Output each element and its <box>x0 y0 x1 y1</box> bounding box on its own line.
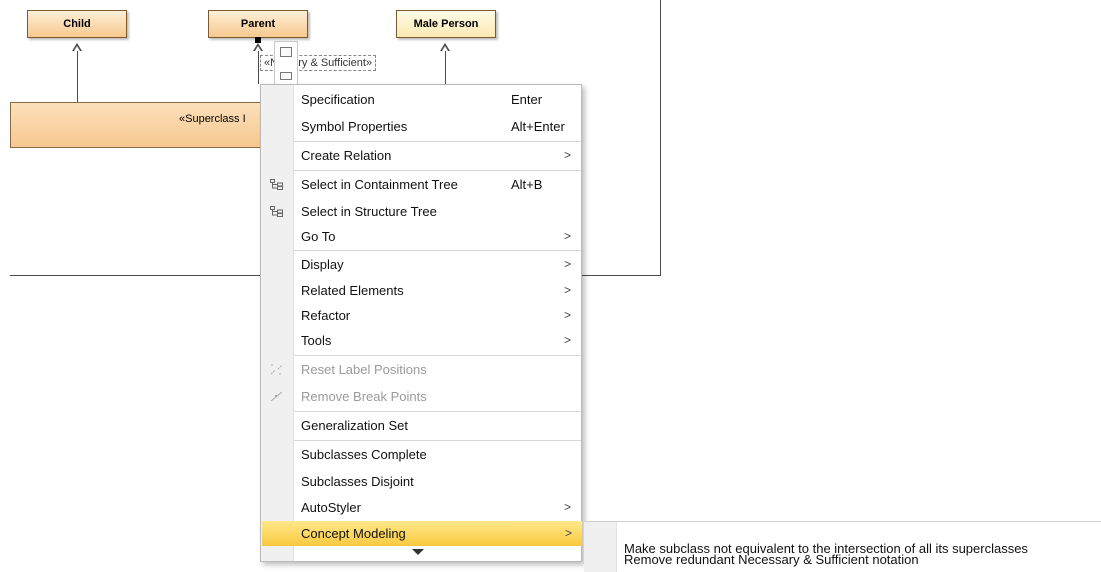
menu-item-display-label: Display <box>301 257 344 272</box>
class-child-label: Child <box>63 18 91 30</box>
submenu-arrow-icon: > <box>563 333 571 347</box>
menu-item-subclasses-complete-label: Subclasses Complete <box>301 447 427 462</box>
selection-handle-top[interactable] <box>255 37 261 43</box>
diagram-frame-bottom-right <box>582 275 661 276</box>
menu-item-select-in-structure-tree[interactable]: Select in Structure Tree <box>261 199 581 224</box>
menu-item-autostyler[interactable]: AutoStyler > <box>261 495 581 520</box>
menu-separator <box>294 170 581 171</box>
menu-item-specification-shortcut: Enter <box>511 92 543 107</box>
submenu-arrow-icon: > <box>564 526 572 540</box>
menu-item-symbol-properties[interactable]: Symbol Properties Alt+Enter <box>261 114 581 139</box>
submenu-icon-gutter <box>584 522 617 572</box>
diagram-canvas[interactable]: Child Parent Male Person «Superclass I «… <box>0 0 1101 572</box>
class-male-person-label: Male Person <box>413 18 479 30</box>
menu-separator <box>294 440 581 441</box>
class-parent-label: Parent <box>240 18 276 30</box>
menu-item-related-elements[interactable]: Related Elements > <box>261 278 581 303</box>
menu-item-specification-label: Specification <box>301 92 375 107</box>
submenu-arrow-icon: > <box>563 308 571 322</box>
class-parent[interactable]: Parent <box>208 10 308 38</box>
menu-item-reset-label-positions-label: Reset Label Positions <box>301 362 427 377</box>
generalization-line-male-person[interactable] <box>445 51 446 84</box>
submenu-arrow-icon: > <box>563 229 571 243</box>
menu-item-create-relation[interactable]: Create Relation > <box>261 143 581 168</box>
menu-separator <box>294 355 581 356</box>
submenu-arrow-icon: > <box>563 148 571 162</box>
diagram-frame-bottom-left <box>10 275 262 276</box>
menu-item-generalization-set[interactable]: Generalization Set <box>261 413 581 438</box>
menu-item-symbol-properties-label: Symbol Properties <box>301 119 408 134</box>
superclass-intersection-box[interactable]: «Superclass I <box>10 102 272 148</box>
menu-item-subclasses-disjoint-label: Subclasses Disjoint <box>301 474 414 489</box>
generalization-line-parent[interactable] <box>258 51 259 84</box>
menu-item-refactor-label: Refactor <box>301 308 351 323</box>
menu-item-related-elements-label: Related Elements <box>301 283 404 298</box>
menu-item-concept-modeling[interactable]: Concept Modeling > <box>262 521 582 546</box>
menu-item-create-relation-label: Create Relation <box>301 148 392 163</box>
menu-item-concept-modeling-label: Concept Modeling <box>301 526 406 541</box>
menu-item-select-in-containment-tree-label: Select in Containment Tree <box>301 177 458 192</box>
menu-item-symbol-properties-shortcut: Alt+Enter <box>511 119 565 134</box>
menu-item-subclasses-complete[interactable]: Subclasses Complete <box>261 442 581 467</box>
superclass-stereotype-label: «Superclass I <box>179 113 246 125</box>
note-icon[interactable] <box>280 47 292 57</box>
smart-manipulator-bar[interactable] <box>274 41 298 85</box>
submenu-arrow-icon: > <box>563 500 571 514</box>
structure-tree-icon <box>270 206 283 217</box>
menu-item-go-to[interactable]: Go To > <box>261 224 581 249</box>
menu-item-specification[interactable]: Specification Enter <box>261 87 581 112</box>
menu-item-remove-break-points: Remove Break Points <box>261 384 581 409</box>
menu-item-generalization-set-label: Generalization Set <box>301 418 408 433</box>
submenu-arrow-icon: > <box>563 283 571 297</box>
menu-item-refactor[interactable]: Refactor > <box>261 303 581 328</box>
menu-item-autostyler-label: AutoStyler <box>301 500 361 515</box>
scroll-down-icon[interactable] <box>412 549 424 555</box>
generalization-line-child[interactable] <box>77 51 78 102</box>
class-child[interactable]: Child <box>27 10 127 38</box>
menu-item-select-in-containment-tree[interactable]: Select in Containment Tree Alt+B <box>261 172 581 197</box>
menu-item-select-in-containment-tree-shortcut: Alt+B <box>511 177 543 192</box>
menu-separator <box>294 411 581 412</box>
reset-label-icon <box>270 364 283 375</box>
submenu-arrow-icon: > <box>563 257 571 271</box>
class-male-person[interactable]: Male Person <box>396 10 496 38</box>
containment-icon[interactable] <box>280 72 292 80</box>
menu-item-select-in-structure-tree-label: Select in Structure Tree <box>301 204 437 219</box>
menu-item-remove-break-points-label: Remove Break Points <box>301 389 427 404</box>
diagram-frame-right <box>660 0 661 275</box>
menu-item-tools-label: Tools <box>301 333 332 348</box>
menu-item-go-to-label: Go To <box>301 229 336 244</box>
submenu-item-remove-redundant-notation[interactable]: Remove redundant Necessary & Sufficient … <box>624 551 919 569</box>
menu-item-reset-label-positions: Reset Label Positions <box>261 357 581 382</box>
context-menu[interactable]: Specification Enter Symbol Properties Al… <box>260 84 582 562</box>
menu-item-subclasses-disjoint[interactable]: Subclasses Disjoint <box>261 469 581 494</box>
break-points-icon <box>270 391 283 402</box>
menu-separator <box>294 141 581 142</box>
menu-item-tools[interactable]: Tools > <box>261 328 581 353</box>
menu-item-display[interactable]: Display > <box>261 252 581 277</box>
menu-separator <box>294 250 581 251</box>
containment-tree-icon <box>270 179 283 190</box>
